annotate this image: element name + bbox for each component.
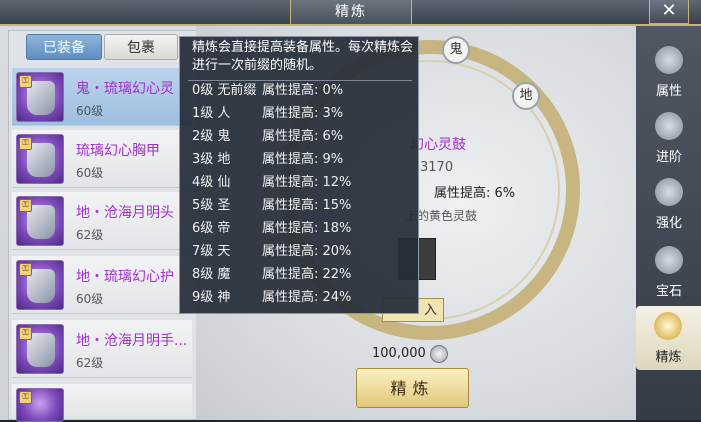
lock-icon: ⚿ [19,137,32,150]
row-stat: 属性提高: 6% [262,129,344,144]
window-title: 精炼 [290,0,412,24]
tooltip-row: 4级 仙 属性提高: 12% [192,173,351,193]
item-name: 地・沧海月明手... [76,333,188,349]
item-level: 62级 [76,228,104,242]
lock-icon: ⚿ [19,391,32,404]
lock-icon: ⚿ [19,199,32,212]
tooltip-row: 3级 地 属性提高: 9% [192,150,343,170]
tooltip-row: 6级 帝 属性提高: 18% [192,219,351,239]
list-item[interactable]: ⚿ [12,384,192,422]
chest-armor-icon: ⚿ [16,134,64,184]
strengthen-icon [655,178,683,206]
lock-icon: ⚿ [19,263,32,276]
row-level: 4级 仙 [192,175,231,190]
equip-power: 3170 [420,160,454,175]
row-level: 5级 圣 [192,198,231,213]
item-name: 地・沧海月明头 [76,205,174,221]
nav-refine[interactable]: 精炼 [636,306,701,370]
tooltip-row: 8级 魔 属性提高: 22% [192,265,351,285]
lock-icon: ⚿ [19,327,32,340]
row-level: 9级 神 [192,290,231,305]
row-stat: 属性提高: 22% [262,267,352,282]
list-item[interactable]: ⚿ 地・沧海月明手... 62级 [12,320,192,378]
row-stat: 属性提高: 0% [262,83,344,98]
tooltip-row: 9级 神 属性提高: 24% [192,288,351,308]
nav-label: 宝石 [655,284,682,299]
helmet-icon: ⚿ [16,196,64,246]
item-level: 60级 [76,166,104,180]
close-button[interactable]: ✕ [649,0,689,24]
item-level: 62级 [76,356,104,370]
row-level: 0级 无前缀 [192,83,257,98]
nav-advance[interactable]: 进阶 [640,106,698,170]
row-level: 8级 魔 [192,267,231,282]
item-icon: ⚿ [16,388,64,422]
row-level: 2级 鬼 [192,129,231,144]
item-name: 琉璃幻心胸甲 [76,143,160,159]
refine-button[interactable]: 精炼 [356,368,469,408]
item-name: 地・琉璃幻心护 [76,269,174,285]
item-name: 鬼・琉璃幻心灵 [76,81,174,97]
row-stat: 属性提高: 12% [262,175,352,190]
drum-icon: ⚿ [16,72,64,122]
list-item[interactable]: ⚿ 鬼・琉璃幻心灵 60级 [12,68,192,126]
tooltip-row: 0级 无前缀 属性提高: 0% [192,81,343,101]
item-level: 60级 [76,292,104,306]
row-level: 3级 地 [192,152,231,167]
tooltip-row: 7级 天 属性提高: 20% [192,242,351,262]
row-stat: 属性提高: 15% [262,198,352,213]
nav-attribute[interactable]: 属性 [640,40,698,104]
nav-strengthen[interactable]: 强化 [640,172,698,236]
refine-cost: 100,000 [372,346,426,361]
row-level: 7级 天 [192,244,231,259]
silver-coin-icon [430,345,448,363]
row-stat: 属性提高: 24% [262,290,352,305]
row-stat: 属性提高: 20% [262,244,352,259]
row-stat: 属性提高: 18% [262,221,352,236]
row-stat: 属性提高: 9% [262,152,344,167]
prefix-orb-right: 地 [512,82,540,110]
gem-icon [655,246,683,274]
item-level: 60级 [76,104,104,118]
nav-label: 进阶 [655,150,682,165]
lock-icon: ⚿ [19,75,32,88]
nav-label: 属性 [655,84,682,99]
nav-label: 强化 [655,216,682,231]
row-level: 6级 帝 [192,221,231,236]
gauntlet-icon: ⚿ [16,324,64,374]
refine-info-tooltip: 精炼会直接提高装备属性。每次精炼会进行一次前缀的随机。 0级 无前缀 属性提高: … [179,36,419,314]
tooltip-row: 2级 鬼 属性提高: 6% [192,127,343,147]
tooltip-description: 精炼会直接提高装备属性。每次精炼会进行一次前缀的随机。 [192,40,414,73]
leg-armor-icon: ⚿ [16,260,64,310]
refine-icon [654,312,682,340]
row-stat: 属性提高: 3% [262,106,344,121]
tooltip-row: 1级 人 属性提高: 3% [192,104,343,124]
prefix-orb-top: 鬼 [442,36,470,64]
tooltip-row: 5级 圣 属性提高: 15% [192,196,351,216]
nav-label: 精炼 [655,350,682,365]
tab-bag[interactable]: 包裹 [104,34,178,60]
row-level: 1级 人 [192,106,231,121]
attribute-icon [655,46,683,74]
list-item[interactable]: ⚿ 地・沧海月明头 62级 [12,192,192,250]
advance-icon [655,112,683,140]
list-item[interactable]: ⚿ 琉璃幻心胸甲 60级 [12,130,192,188]
equip-stat: 属性提高: 6% [434,186,516,201]
tab-equipped[interactable]: 已装备 [26,34,102,60]
close-icon: ✕ [661,0,677,21]
nav-gem[interactable]: 宝石 [640,240,698,304]
list-item[interactable]: ⚿ 地・琉璃幻心护 60级 [12,256,192,314]
